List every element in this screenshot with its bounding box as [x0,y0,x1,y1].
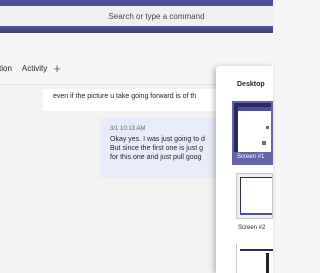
search-placeholder: Search or type a command [108,11,205,21]
message-timestamp: 3/1 10:13 AM [110,126,146,132]
screen-preview-taskbar [240,213,272,215]
screen-preview-titlebar [238,107,271,111]
message-line: But since the first one is just g [110,145,203,152]
message-text: even if the picture u take going forward… [53,93,197,100]
message-card: 3/1 10:13 AM Okay yes. I was just going … [100,118,233,178]
search-input[interactable]: Search or type a command [0,6,273,26]
message-bubble-top: even if the picture u take going forward… [43,89,233,111]
window-preview-content [266,253,269,273]
tab-partial[interactable]: tion [0,64,12,73]
screen-2-thumbnail[interactable] [236,173,273,219]
window-preview-bar [240,249,273,251]
window-thumbnail[interactable] [236,244,273,273]
share-panel-title: Desktop [237,81,265,88]
message-line: for this one and just pull goog [110,154,202,161]
tab-activity[interactable]: Activity [22,64,47,73]
screen-1-label: Screen #1 [234,152,271,163]
plus-icon[interactable]: + [53,62,61,75]
screen-preview-icon [262,141,266,145]
screen-1-thumbnail[interactable]: Screen #1 [232,101,273,165]
tab-bar: tion Activity + [0,62,61,75]
screen-preview [238,107,271,157]
screen-preview [240,177,272,215]
screen-preview-icon [266,126,269,129]
screen-2-label: Screen #2 [238,225,266,231]
share-panel [216,66,273,273]
message-line: Okay yes. I was just going to d [110,136,205,143]
